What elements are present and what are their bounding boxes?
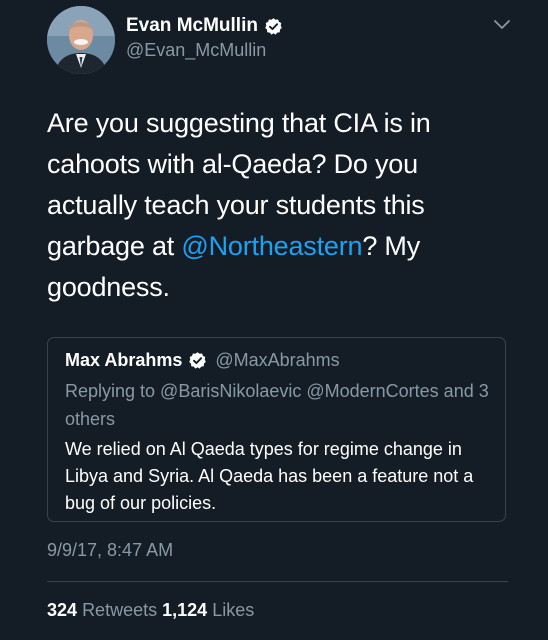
avatar[interactable] xyxy=(47,6,115,74)
retweet-count[interactable]: 324 xyxy=(47,600,77,620)
divider xyxy=(47,581,508,582)
quoted-author-handle: @MaxAbrahms xyxy=(215,350,340,370)
verified-badge-icon xyxy=(265,17,282,35)
quoted-author-name: Max Abrahms xyxy=(65,350,183,370)
author-name-row[interactable]: Evan McMullin xyxy=(126,15,283,37)
quoted-replying-to: Replying to @BarisNikolaevic @ModernCort… xyxy=(65,381,489,429)
tweet-text: Are you suggesting that CIA is in cahoot… xyxy=(47,103,507,308)
verified-badge-icon xyxy=(189,352,207,369)
tweet-stats: 324 Retweets 1,124 Likes xyxy=(47,600,254,621)
quoted-tweet[interactable]: Max Abrahms @MaxAbrahms Replying to @Bar… xyxy=(47,337,506,522)
like-count[interactable]: 1,124 xyxy=(162,600,207,620)
tweet-timestamp[interactable]: 9/9/17, 8:47 AM xyxy=(47,540,173,561)
author-handle[interactable]: @Evan_McMullin xyxy=(126,40,266,61)
retweet-label[interactable]: Retweets xyxy=(82,600,157,620)
chevron-down-icon[interactable] xyxy=(492,18,512,32)
like-label[interactable]: Likes xyxy=(212,600,254,620)
avatar-image xyxy=(47,6,115,74)
quoted-tweet-text: We relied on Al Qaeda types for regime c… xyxy=(65,439,474,513)
quoted-tweet-header: Max Abrahms @MaxAbrahms xyxy=(65,350,340,371)
mention-link[interactable]: @Northeastern xyxy=(181,231,362,261)
author-name[interactable]: Evan McMullin xyxy=(126,15,258,37)
